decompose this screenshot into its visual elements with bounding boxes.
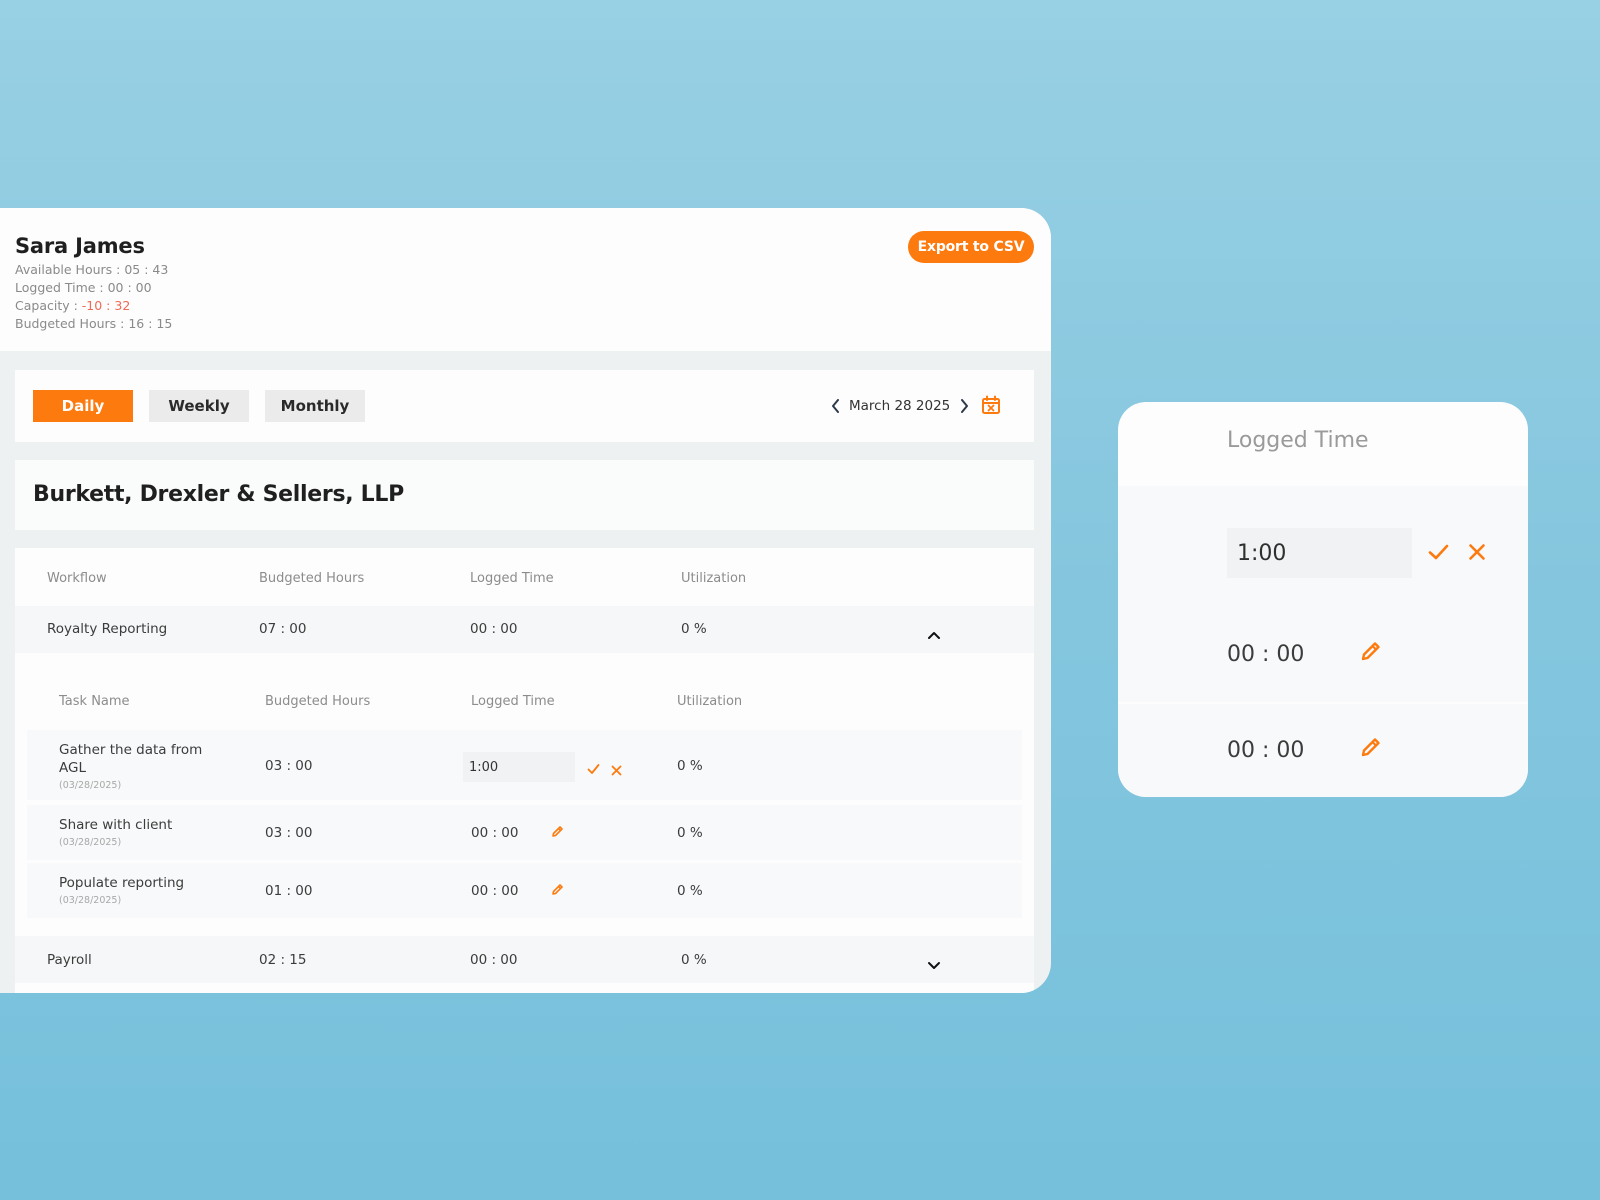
tab-daily[interactable]: Daily: [33, 390, 133, 422]
task-table: Task Name Budgeted Hours Logged Time Uti…: [27, 671, 1022, 919]
column-header-workflow: Workflow: [47, 571, 107, 586]
logged-time-input[interactable]: [463, 752, 575, 782]
task-date: (03/28/2025): [59, 895, 122, 906]
close-icon[interactable]: [611, 761, 622, 780]
task-budgeted: 03 : 00: [265, 758, 313, 774]
zoom-row: 00 : 00: [1118, 612, 1528, 702]
task-name: Populate reporting: [59, 875, 185, 891]
column-header-task-logged: Logged Time: [471, 694, 555, 709]
task-logged: 00 : 00: [471, 883, 519, 899]
zoom-row-editing: [1118, 486, 1528, 612]
task-utilization: 0 %: [677, 825, 703, 841]
company-name: Burkett, Drexler & Sellers, LLP: [33, 482, 404, 507]
calendar-x-icon[interactable]: [981, 395, 1003, 417]
workflow-budgeted: 02 : 15: [259, 952, 307, 968]
user-name: Sara James: [15, 234, 145, 258]
chevron-up-icon[interactable]: [927, 625, 941, 639]
tab-weekly[interactable]: Weekly: [149, 390, 249, 422]
column-header-task-name: Task Name: [59, 694, 130, 709]
task-date: (03/28/2025): [59, 837, 122, 848]
zoom-logged-value: 00 : 00: [1227, 738, 1305, 763]
workflow-name: Royalty Reporting: [47, 621, 168, 637]
tab-monthly[interactable]: Monthly: [265, 390, 365, 422]
workflow-name: Payroll: [47, 952, 92, 968]
chevron-right-icon[interactable]: [954, 392, 974, 420]
column-header-task-utilization: Utilization: [677, 694, 743, 709]
task-name: Gather the data from AGL: [59, 741, 202, 777]
chevron-down-icon[interactable]: [927, 956, 941, 970]
task-name: Share with client: [59, 817, 173, 833]
task-logged: 00 : 00: [471, 825, 519, 841]
workflow-logged: 00 : 00: [470, 952, 518, 968]
column-header-budgeted-hours: Budgeted Hours: [259, 571, 365, 586]
timesheet-panel: Sara James Available Hours : 05 : 43 Log…: [0, 208, 1051, 993]
task-budgeted: 01 : 00: [265, 883, 313, 899]
column-header-utilization: Utilization: [681, 571, 747, 586]
current-date: March 28 2025: [849, 398, 951, 414]
date-navigator: March 28 2025: [825, 392, 974, 420]
task-utilization: 0 %: [677, 883, 703, 899]
zoom-row: 00 : 00: [1118, 704, 1528, 797]
workflow-utilization: 0 %: [681, 621, 707, 637]
view-switch-bar: Daily Weekly Monthly March 28 2025: [15, 370, 1034, 442]
column-header-task-budgeted: Budgeted Hours: [265, 694, 371, 709]
column-header-logged-time: Logged Time: [470, 571, 554, 586]
task-utilization: 0 %: [677, 758, 703, 774]
task-row: Share with client (03/28/2025) 03 : 00 0…: [27, 805, 1022, 860]
pencil-icon[interactable]: [551, 881, 564, 900]
zoom-logged-time-input[interactable]: [1227, 528, 1412, 578]
workflow-table: Workflow Budgeted Hours Logged Time Util…: [15, 548, 1034, 993]
close-icon[interactable]: [1468, 543, 1486, 565]
zoom-logged-value: 00 : 00: [1227, 642, 1305, 667]
capacity-value: -10 : 32: [81, 298, 131, 313]
pencil-icon[interactable]: [551, 823, 564, 842]
pencil-icon[interactable]: [1360, 736, 1382, 762]
capacity-label: Capacity :: [15, 298, 82, 313]
logged-time-total: Logged Time : 00 : 00: [15, 280, 152, 295]
workflow-row-payroll[interactable]: Payroll 02 : 15 00 : 00 0 %: [15, 936, 1034, 983]
zoom-title: Logged Time: [1227, 428, 1369, 453]
check-icon[interactable]: [1428, 543, 1449, 565]
company-header: Burkett, Drexler & Sellers, LLP: [15, 460, 1034, 530]
task-date: (03/28/2025): [59, 780, 122, 791]
pencil-icon[interactable]: [1360, 640, 1382, 666]
available-hours: Available Hours : 05 : 43: [15, 262, 169, 277]
user-header: Sara James Available Hours : 05 : 43 Log…: [0, 208, 1051, 351]
capacity: Capacity : -10 : 32: [15, 298, 130, 313]
task-row: Gather the data from AGL (03/28/2025) 03…: [27, 730, 1022, 800]
workflow-logged: 00 : 00: [470, 621, 518, 637]
workflow-utilization: 0 %: [681, 952, 707, 968]
task-name-line: AGL: [59, 760, 86, 776]
export-csv-button[interactable]: Export to CSV: [908, 231, 1034, 263]
workflow-budgeted: 07 : 00: [259, 621, 307, 637]
task-name-line: Gather the data from: [59, 742, 203, 758]
task-budgeted: 03 : 00: [265, 825, 313, 841]
chevron-left-icon[interactable]: [825, 392, 845, 420]
logged-time-zoom-card: Logged Time 00 : 00 00 : 00: [1118, 402, 1528, 797]
task-row: Populate reporting (03/28/2025) 01 : 00 …: [27, 863, 1022, 918]
workflow-row-royalty-reporting[interactable]: Royalty Reporting 07 : 00 00 : 00 0 %: [15, 606, 1034, 653]
budgeted-hours-total: Budgeted Hours : 16 : 15: [15, 316, 173, 331]
check-icon[interactable]: [587, 760, 600, 779]
